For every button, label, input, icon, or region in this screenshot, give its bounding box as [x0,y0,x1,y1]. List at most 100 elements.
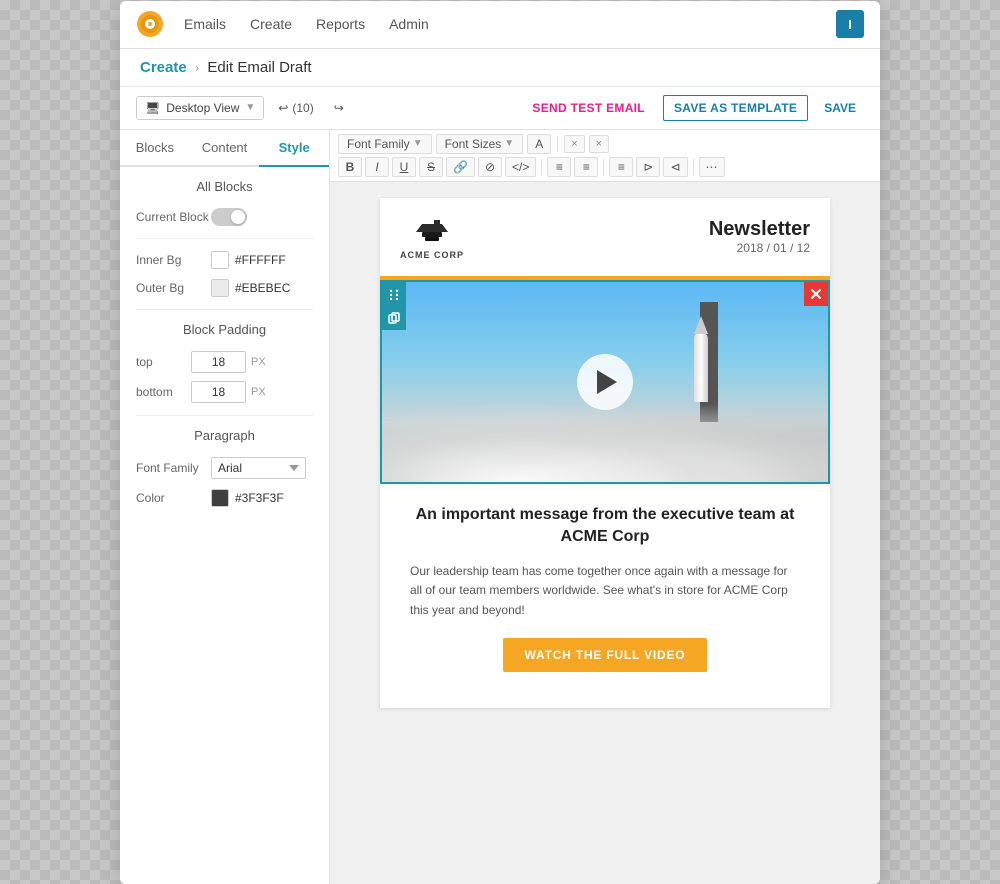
delete-block-button[interactable] [804,282,828,306]
unlink-button[interactable]: ⊘ [478,157,502,177]
font-family-label: Font Family [136,461,211,475]
font-sizes-label: Font Sizes [445,137,502,151]
strikethrough-button[interactable]: S [419,157,443,177]
separator [693,159,694,175]
indent-button[interactable]: ⊳ [636,157,660,177]
font-family-row: Font Family Arial [136,457,313,479]
cta-button[interactable]: WaTCH The FULL Video [503,638,708,672]
video-block[interactable] [380,280,830,484]
undo-count: (10) [292,101,313,115]
newsletter-title-area: Newsletter 2018 / 01 / 12 [709,218,810,255]
acme-text: ACME CORP [400,250,464,260]
tab-content[interactable]: Content [190,130,260,167]
main-layout: Blocks Content Style All Blocks Current … [120,130,880,884]
video-thumbnail[interactable] [382,282,828,482]
view-selector-button[interactable]: 🖥 Desktop View ▼ [136,96,264,120]
panel-content: All Blocks Current Block Inner Bg #FFFFF… [120,167,329,884]
padding-top-input[interactable]: 18 [191,351,246,373]
underline-button[interactable]: U [392,157,416,177]
current-block-toggle[interactable] [211,208,247,226]
send-test-email-button[interactable]: SEND TEST EMAIL [522,96,655,120]
nav-reports[interactable]: Reports [316,16,365,32]
play-triangle-icon [597,370,617,394]
user-avatar-button[interactable]: I [836,10,864,38]
outer-bg-label: Outer Bg [136,281,211,295]
bold-button[interactable]: B [338,157,362,177]
undo-button[interactable]: ↩ (10) [272,97,319,119]
format-toolbar: Font Family ▼ Font Sizes ▼ A × × B I U [330,130,880,182]
font-family-label: Font Family [347,137,410,151]
play-button[interactable] [577,354,633,410]
clear-format-button-1[interactable]: × [564,135,584,153]
breadcrumb-current-page: Edit Email Draft [207,59,311,76]
outer-bg-row: Outer Bg #EBEBEC [136,279,313,297]
nav-create[interactable]: Create [250,16,292,32]
paragraph-color-row: Color #3F3F3F [136,489,313,507]
drag-handle[interactable] [382,282,406,306]
font-family-select[interactable]: Arial [211,457,306,479]
outer-bg-color-picker[interactable]: #EBEBEC [211,279,290,297]
redo-icon: ↪ [334,101,344,115]
top-nav: Emails Create Reports Admin I [120,1,880,49]
anvil-icon [412,214,452,248]
desktop-icon: 🖥 [145,101,160,115]
color-label: Color [136,491,211,505]
list-unordered-button[interactable]: ≡ [547,157,571,177]
inner-bg-swatch [211,251,229,269]
nav-emails[interactable]: Emails [184,16,226,32]
editor-toolbar: 🖥 Desktop View ▼ ↩ (10) ↪ SEND TEST EMAI… [120,87,880,130]
padding-top-label: top [136,355,191,369]
email-body: An important message from the executive … [380,484,830,708]
copy-handle[interactable] [382,306,406,330]
padding-top-row: top 18 PX [136,351,313,373]
padding-bottom-input[interactable]: 18 [191,381,246,403]
acme-logo: ACME CORP [400,214,464,260]
format-row-1: Font Family ▼ Font Sizes ▼ A × × [338,134,872,154]
email-body-text: Our leadership team has come together on… [410,562,800,620]
code-button[interactable]: </> [505,157,536,177]
link-button[interactable]: 🔗 [446,157,475,177]
font-family-dropdown[interactable]: Font Family ▼ [338,134,432,154]
tab-style[interactable]: Style [259,130,329,167]
headline-line2: ACME Corp [561,528,650,545]
format-row-2: B I U S 🔗 ⊘ </> ≡ ≡ ≡ ⊳ ⊲ ⋯ [338,157,872,177]
more-options-button[interactable]: ⋯ [699,157,725,177]
paragraph-color-swatch [211,489,229,507]
all-blocks-label: All Blocks [136,179,313,194]
inner-bg-label: Inner Bg [136,253,211,267]
list-ordered-button[interactable]: ≡ [574,157,598,177]
inner-bg-value: #FFFFFF [235,253,286,267]
inner-bg-row: Inner Bg #FFFFFF [136,251,313,269]
font-sizes-dropdown[interactable]: Font Sizes ▼ [436,134,524,154]
inner-bg-color-picker[interactable]: #FFFFFF [211,251,286,269]
headline-line1: An important message from the executive … [416,506,795,523]
redo-button[interactable]: ↪ [328,97,350,119]
email-headline: An important message from the executive … [410,504,800,549]
align-button[interactable]: ≡ [609,157,633,177]
separator [603,159,604,175]
nav-admin[interactable]: Admin [389,16,429,32]
paragraph-title: Paragraph [136,428,313,443]
panel-tabs: Blocks Content Style [120,130,329,167]
breadcrumb-create-link[interactable]: Create [140,59,187,76]
cta-wrapper: WaTCH The FULL Video [410,638,800,672]
breadcrumb: Create › Edit Email Draft [120,49,880,87]
save-as-template-button[interactable]: SAVE AS TEMPLATE [663,95,808,121]
breadcrumb-separator: › [195,59,200,75]
outer-bg-value: #EBEBEC [235,281,290,295]
paragraph-color-picker[interactable]: #3F3F3F [211,489,284,507]
rocket-body [694,332,708,402]
italic-button[interactable]: I [365,157,389,177]
padding-bottom-label: bottom [136,385,191,399]
divider-1 [136,238,313,239]
paragraph-color-value: #3F3F3F [235,491,284,505]
tab-blocks[interactable]: Blocks [120,130,190,167]
app-window: Emails Create Reports Admin I Create › E… [120,1,880,884]
font-color-button[interactable]: A [527,134,551,154]
save-button[interactable]: SAVE [816,96,864,120]
email-preview-area: Font Family ▼ Font Sizes ▼ A × × B I U [330,130,880,884]
padding-bottom-unit: PX [251,386,266,398]
block-padding-title: Block Padding [136,322,313,337]
outdent-button[interactable]: ⊲ [663,157,687,177]
clear-format-button-2[interactable]: × [589,135,609,153]
